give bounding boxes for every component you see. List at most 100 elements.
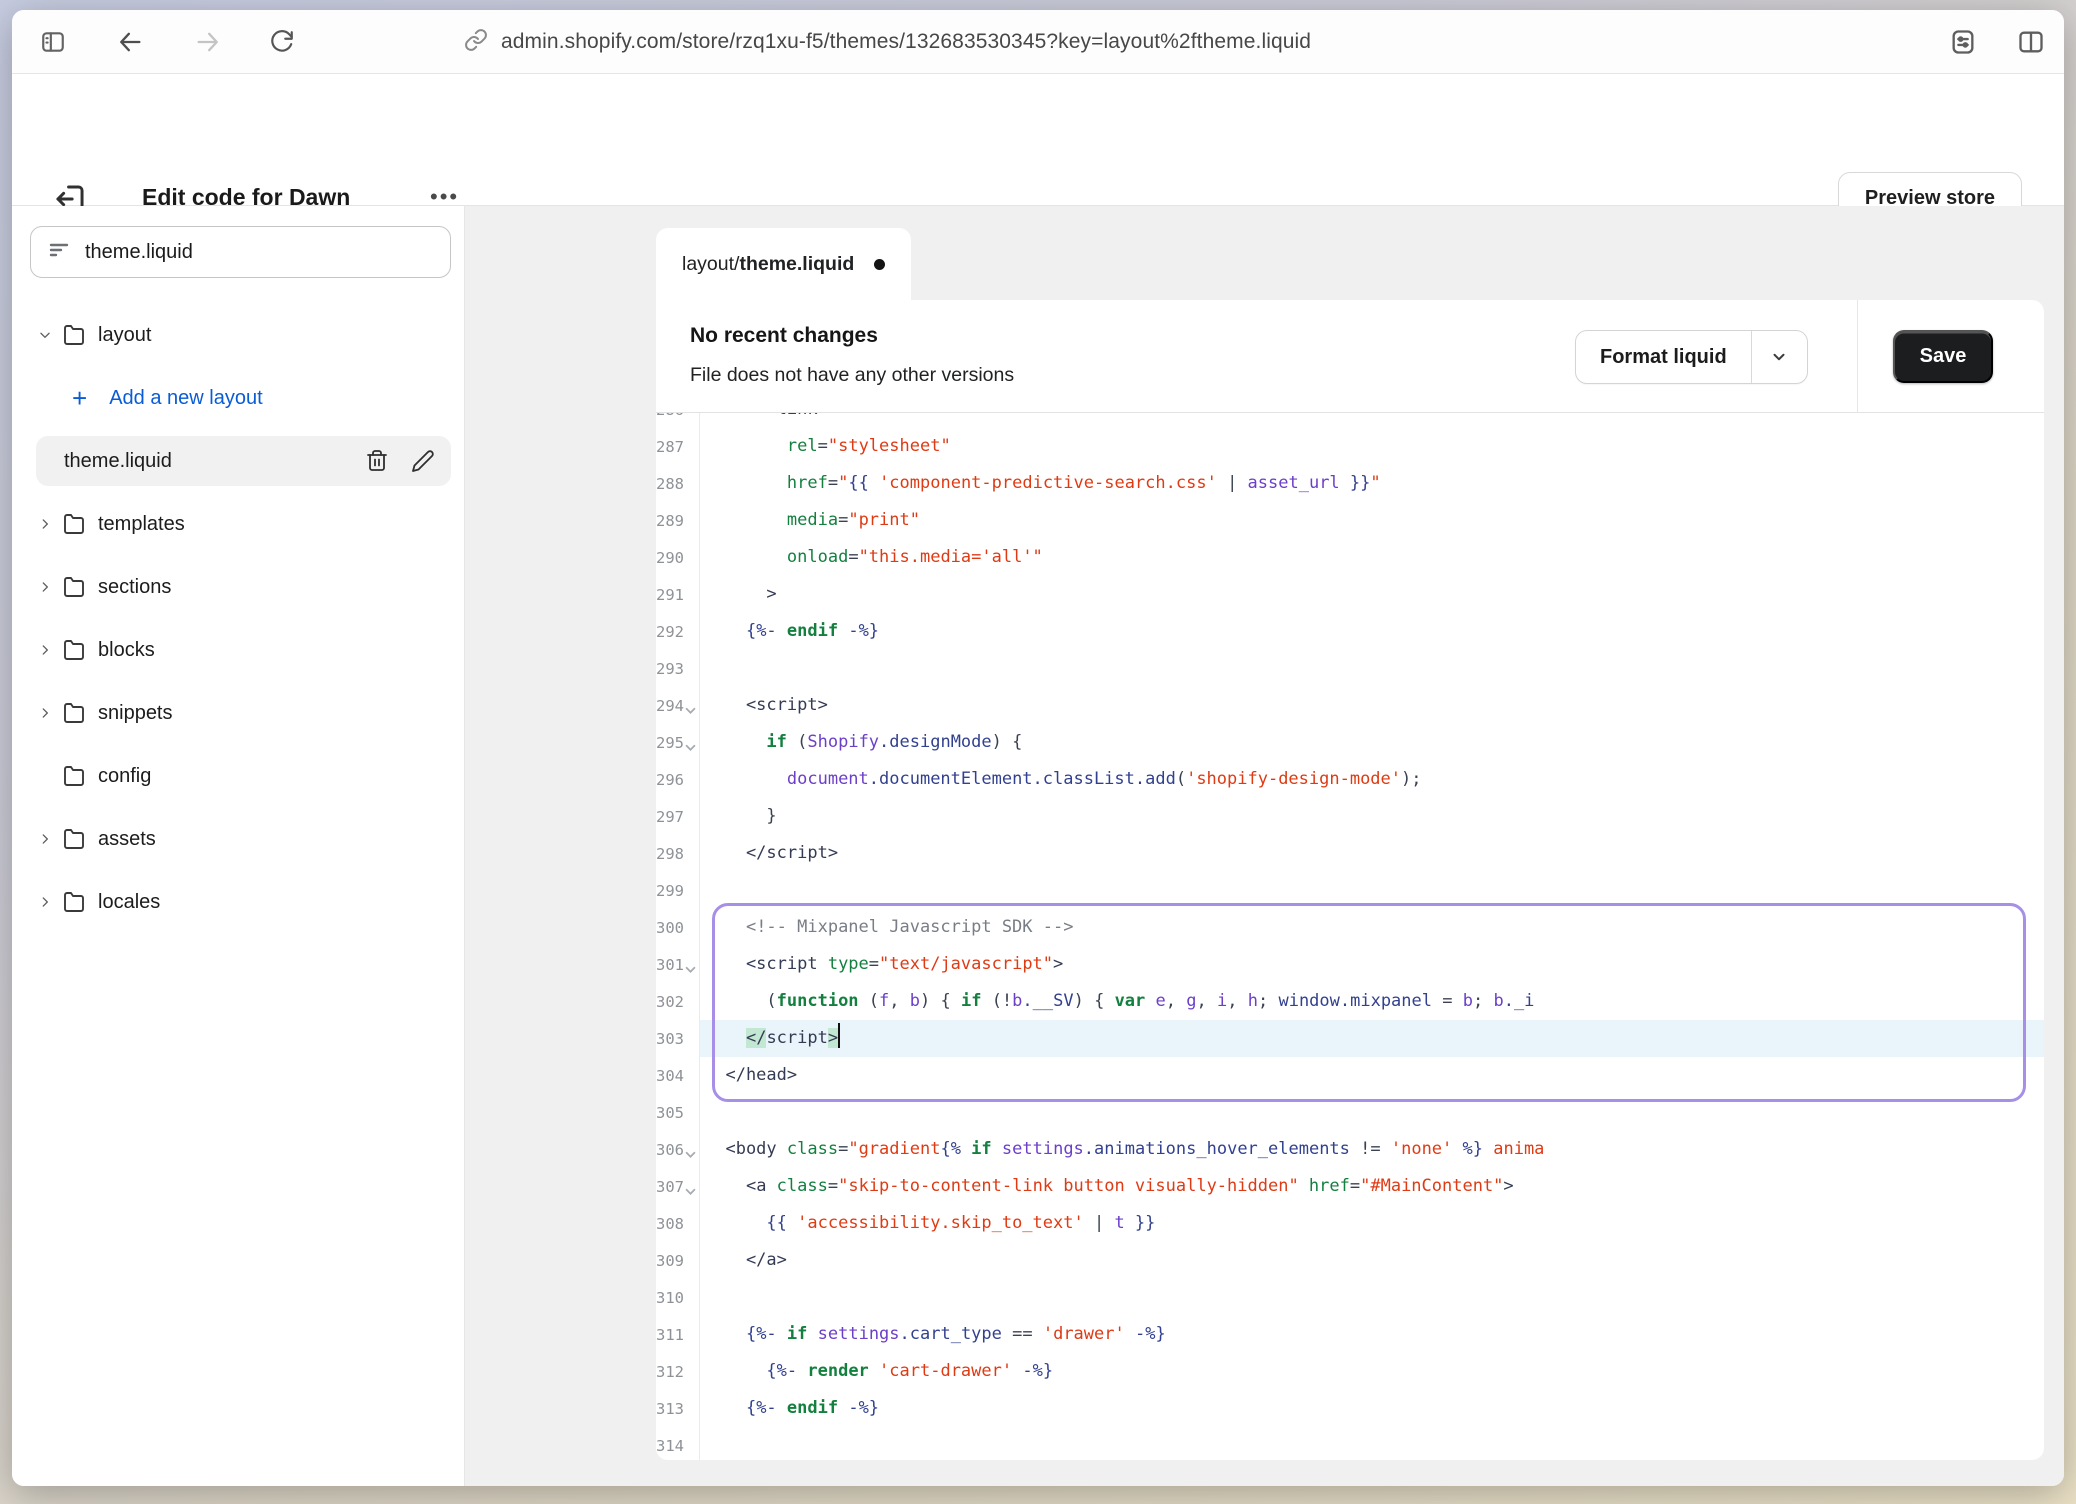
sidebar-item-snippets[interactable]: snippets: [12, 688, 451, 738]
code-text[interactable]: {%- render 'cart-drawer' -%}: [700, 1353, 2044, 1390]
code-line-309[interactable]: 309 </a>: [656, 1242, 2044, 1279]
sidebar-item-assets[interactable]: assets: [12, 814, 451, 864]
code-text[interactable]: <a class="skip-to-content-link button vi…: [700, 1168, 2044, 1205]
address-bar[interactable]: admin.shopify.com/store/rzq1xu-f5/themes…: [464, 10, 1311, 74]
code-line-307[interactable]: 307 <a class="skip-to-content-link butto…: [656, 1168, 2044, 1205]
code-text[interactable]: href="{{ 'component-predictive-search.cs…: [700, 465, 2044, 502]
code-line-294[interactable]: 294 <script>: [656, 687, 2044, 724]
chevron-right-icon[interactable]: [38, 832, 52, 846]
code-text[interactable]: [700, 1279, 2044, 1316]
code-line-286[interactable]: 286 <link: [656, 413, 2044, 428]
code-text[interactable]: }: [700, 798, 2044, 835]
code-text[interactable]: </head>: [700, 1057, 2044, 1094]
code-text[interactable]: <body class="gradient{% if settings.anim…: [700, 1131, 2044, 1168]
browser-sidebar-toggle-icon[interactable]: [35, 24, 71, 60]
code-text[interactable]: if (Shopify.designMode) {: [700, 724, 2044, 761]
back-arrow-icon[interactable]: [112, 24, 148, 60]
code-text[interactable]: <!-- Mixpanel Javascript SDK -->: [700, 909, 2044, 946]
reload-icon[interactable]: [264, 24, 300, 60]
code-line-303[interactable]: 303 </script>: [656, 1020, 2044, 1057]
code-text[interactable]: </script>: [700, 1020, 2044, 1057]
sidebar-item-blocks[interactable]: blocks: [12, 625, 451, 675]
code-text[interactable]: {%- endif -%}: [700, 613, 2044, 650]
format-liquid-button[interactable]: Format liquid: [1576, 331, 1751, 383]
chevron-right-icon[interactable]: [38, 643, 52, 657]
code-line-298[interactable]: 298 </script>: [656, 835, 2044, 872]
chevron-right-icon[interactable]: [38, 580, 52, 594]
code-line-313[interactable]: 313 {%- endif -%}: [656, 1390, 2044, 1427]
code-line-295[interactable]: 295 if (Shopify.designMode) {: [656, 724, 2044, 761]
sidebar-item-sections[interactable]: sections: [12, 562, 451, 612]
code-line-291[interactable]: 291 >: [656, 576, 2044, 613]
code-text[interactable]: [700, 1094, 2044, 1131]
code-text[interactable]: rel="stylesheet": [700, 428, 2044, 465]
code-text[interactable]: </script>: [700, 835, 2044, 872]
fold-chevron-icon[interactable]: [685, 743, 696, 752]
code-line-297[interactable]: 297 }: [656, 798, 2044, 835]
sidebar-item-locales[interactable]: locales: [12, 877, 451, 927]
line-number: 298: [656, 845, 684, 863]
code-text[interactable]: >: [700, 576, 2044, 613]
code-line-288[interactable]: 288 href="{{ 'component-predictive-searc…: [656, 465, 2044, 502]
code-line-302[interactable]: 302 (function (f, b) { if (!b.__SV) { va…: [656, 983, 2044, 1020]
code-text[interactable]: [700, 872, 2044, 909]
code-line-287[interactable]: 287 rel="stylesheet": [656, 428, 2044, 465]
code-text[interactable]: <link: [700, 413, 2044, 428]
code-line-312[interactable]: 312 {%- render 'cart-drawer' -%}: [656, 1353, 2044, 1390]
code-line-304[interactable]: 304 </head>: [656, 1057, 2044, 1094]
sidebar-item-templates[interactable]: templates: [12, 499, 451, 549]
chevron-down-icon[interactable]: [38, 328, 52, 342]
code-editor[interactable]: 286 <link287 rel="stylesheet"288 href="{…: [656, 413, 2044, 1460]
save-button[interactable]: Save: [1893, 330, 1993, 383]
fold-chevron-icon[interactable]: [685, 706, 696, 715]
code-line-305[interactable]: 305: [656, 1094, 2044, 1131]
code-line-308[interactable]: 308 {{ 'accessibility.skip_to_text' | t …: [656, 1205, 2044, 1242]
code-text[interactable]: [700, 1427, 2044, 1460]
code-text[interactable]: </a>: [700, 1242, 2044, 1279]
code-text[interactable]: media="print": [700, 502, 2044, 539]
pencil-icon[interactable]: [411, 449, 435, 473]
code-text[interactable]: [700, 650, 2044, 687]
trash-icon[interactable]: [365, 449, 389, 473]
code-line-300[interactable]: 300 <!-- Mixpanel Javascript SDK -->: [656, 909, 2044, 946]
code-line-301[interactable]: 301 <script type="text/javascript">: [656, 946, 2044, 983]
fold-chevron-icon[interactable]: [685, 965, 696, 974]
tab-theme-liquid[interactable]: layout/theme.liquid: [656, 228, 911, 306]
code-text[interactable]: (function (f, b) { if (!b.__SV) { var e,…: [700, 983, 2044, 1020]
chevron-right-icon[interactable]: [38, 706, 52, 720]
sidebar-item-layout[interactable]: layout: [12, 310, 451, 360]
fold-chevron-icon[interactable]: [685, 1150, 696, 1159]
code-line-296[interactable]: 296 document.documentElement.classList.a…: [656, 761, 2044, 798]
code-text[interactable]: <script>: [700, 687, 2044, 724]
forward-arrow-icon[interactable]: [190, 24, 226, 60]
code-line-289[interactable]: 289 media="print": [656, 502, 2044, 539]
split-view-icon[interactable]: [2013, 24, 2049, 60]
code-line-314[interactable]: 314: [656, 1427, 2044, 1460]
code-text[interactable]: {%- endif -%}: [700, 1390, 2044, 1427]
line-gutter: 304: [656, 1057, 700, 1094]
chevron-right-icon[interactable]: [38, 517, 52, 531]
sidebar-item-theme.liquid[interactable]: theme.liquid: [36, 436, 451, 486]
editor-card: No recent changes File does not have any…: [656, 300, 2044, 1460]
fold-chevron-icon[interactable]: [685, 1187, 696, 1196]
chevron-right-icon[interactable]: [38, 895, 52, 909]
code-line-299[interactable]: 299: [656, 872, 2044, 909]
code-text[interactable]: {%- if settings.cart_type == 'drawer' -%…: [700, 1316, 2044, 1353]
code-text[interactable]: document.documentElement.classList.add('…: [700, 761, 2044, 798]
code-line-306[interactable]: 306 <body class="gradient{% if settings.…: [656, 1131, 2044, 1168]
page-settings-icon[interactable]: [1945, 24, 1981, 60]
line-gutter: 311: [656, 1316, 700, 1353]
code-text[interactable]: {{ 'accessibility.skip_to_text' | t }}: [700, 1205, 2044, 1242]
code-text[interactable]: onload="this.media='all'": [700, 539, 2044, 576]
code-line-292[interactable]: 292 {%- endif -%}: [656, 613, 2044, 650]
format-options-chevron-button[interactable]: [1751, 331, 1807, 383]
code-line-310[interactable]: 310: [656, 1279, 2044, 1316]
file-search-input[interactable]: theme.liquid: [30, 226, 451, 278]
code-line-290[interactable]: 290 onload="this.media='all'": [656, 539, 2044, 576]
code-text[interactable]: <script type="text/javascript">: [700, 946, 2044, 983]
sidebar-item-config[interactable]: config: [12, 751, 451, 801]
line-gutter: 309: [656, 1242, 700, 1279]
code-line-311[interactable]: 311 {%- if settings.cart_type == 'drawer…: [656, 1316, 2044, 1353]
sidebar-item-add-a-new-layout[interactable]: +Add a new layout: [12, 373, 451, 423]
code-line-293[interactable]: 293: [656, 650, 2044, 687]
